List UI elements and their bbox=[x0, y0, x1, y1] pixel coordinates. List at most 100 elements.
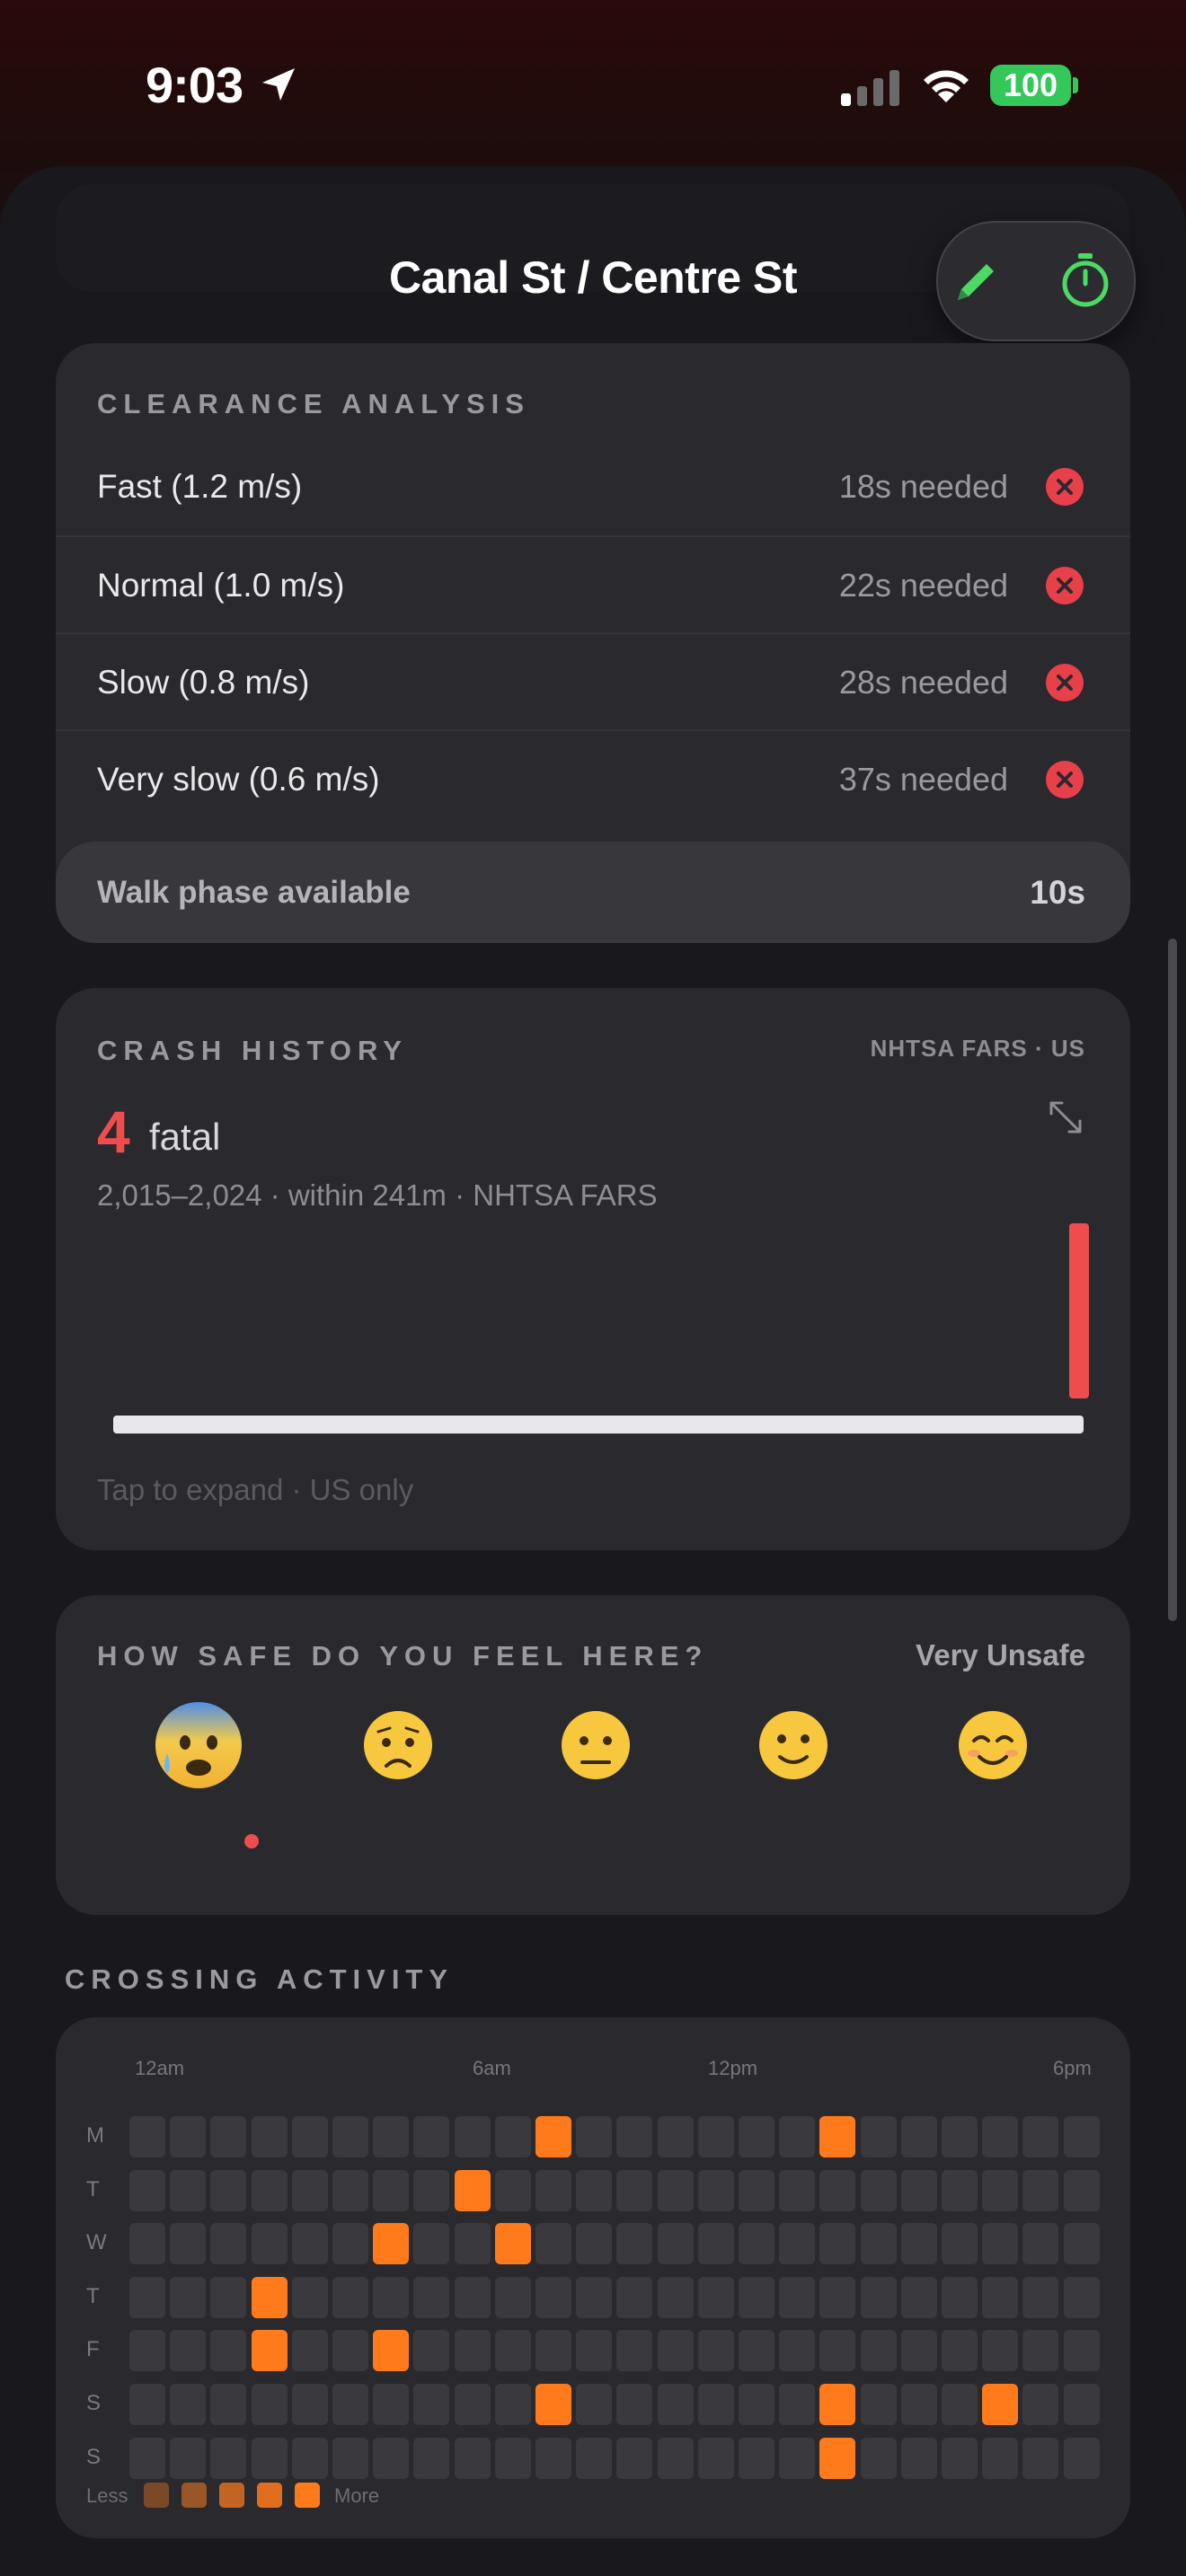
heatmap-cell[interactable] bbox=[1022, 2276, 1059, 2318]
heatmap-cell[interactable] bbox=[616, 2384, 653, 2425]
heatmap-cell[interactable] bbox=[170, 2116, 207, 2157]
heatmap-cell[interactable] bbox=[657, 2223, 694, 2265]
heatmap-cell[interactable] bbox=[1063, 2169, 1100, 2211]
heatmap-cell[interactable] bbox=[900, 2330, 937, 2372]
heatmap-cell[interactable] bbox=[251, 2384, 288, 2425]
heatmap-cell[interactable] bbox=[657, 2384, 694, 2425]
heatmap-cell[interactable] bbox=[210, 2384, 247, 2425]
heatmap-cell[interactable] bbox=[535, 2330, 571, 2372]
heatmap-cell[interactable] bbox=[819, 2223, 856, 2265]
heatmap-cell[interactable] bbox=[900, 2276, 937, 2318]
heatmap-cell[interactable] bbox=[332, 2384, 368, 2425]
heatmap-cell[interactable] bbox=[210, 2169, 247, 2211]
heatmap-cell[interactable] bbox=[291, 2384, 328, 2425]
heatmap-cell[interactable] bbox=[373, 2330, 410, 2372]
heatmap-cell[interactable] bbox=[170, 2384, 207, 2425]
heatmap-cell[interactable] bbox=[697, 2169, 734, 2211]
heatmap-cell[interactable] bbox=[291, 2276, 328, 2318]
very-unsafe-emoji[interactable] bbox=[149, 1696, 248, 1795]
heatmap-cell[interactable] bbox=[251, 2330, 288, 2372]
heatmap-cell[interactable] bbox=[576, 2223, 613, 2265]
heatmap-cell[interactable] bbox=[1063, 2276, 1100, 2318]
heatmap-cell[interactable] bbox=[535, 2169, 571, 2211]
heatmap-cell[interactable] bbox=[454, 2330, 491, 2372]
heatmap-cell[interactable] bbox=[576, 2330, 613, 2372]
heatmap-cell[interactable] bbox=[454, 2169, 491, 2211]
scrollbar[interactable] bbox=[1168, 939, 1177, 1621]
heatmap-cell[interactable] bbox=[129, 2384, 165, 2425]
heatmap-cell[interactable] bbox=[251, 2223, 288, 2265]
heatmap-cell[interactable] bbox=[494, 2169, 531, 2211]
heatmap-cell[interactable] bbox=[413, 2276, 450, 2318]
heatmap-cell[interactable] bbox=[860, 2330, 897, 2372]
heatmap-cell[interactable] bbox=[1063, 2437, 1100, 2479]
heatmap-cell[interactable] bbox=[170, 2169, 207, 2211]
heatmap-cell[interactable] bbox=[129, 2116, 165, 2157]
heatmap-cell[interactable] bbox=[819, 2116, 856, 2157]
heatmap-cell[interactable] bbox=[657, 2116, 694, 2157]
heatmap-cell[interactable] bbox=[779, 2384, 816, 2425]
heatmap-cell[interactable] bbox=[373, 2276, 410, 2318]
heatmap-cell[interactable] bbox=[170, 2437, 207, 2479]
heatmap-cell[interactable] bbox=[413, 2169, 450, 2211]
heatmap-cell[interactable] bbox=[982, 2330, 1019, 2372]
heatmap-cell[interactable] bbox=[739, 2223, 774, 2265]
heatmap-cell[interactable] bbox=[454, 2116, 491, 2157]
heatmap-cell[interactable] bbox=[129, 2223, 165, 2265]
heatmap-cell[interactable] bbox=[129, 2437, 165, 2479]
heatmap-cell[interactable] bbox=[616, 2437, 653, 2479]
heatmap-cell[interactable] bbox=[494, 2276, 531, 2318]
heatmap-cell[interactable] bbox=[413, 2330, 450, 2372]
heatmap-cell[interactable] bbox=[129, 2330, 165, 2372]
heatmap-cell[interactable] bbox=[779, 2330, 816, 2372]
heatmap-cell[interactable] bbox=[1022, 2169, 1059, 2211]
heatmap-cell[interactable] bbox=[1022, 2437, 1059, 2479]
heatmap-cell[interactable] bbox=[616, 2276, 653, 2318]
heatmap-cell[interactable] bbox=[373, 2384, 410, 2425]
heatmap-cell[interactable] bbox=[1022, 2116, 1059, 2157]
heatmap-cell[interactable] bbox=[535, 2116, 571, 2157]
heatmap-cell[interactable] bbox=[982, 2116, 1019, 2157]
crash-history-card[interactable]: CRASH HISTORY NHTSA FARS · US 4 fatal 2,… bbox=[56, 988, 1130, 1550]
heatmap-cell[interactable] bbox=[697, 2276, 734, 2318]
heatmap-cell[interactable] bbox=[982, 2276, 1019, 2318]
heatmap-cell[interactable] bbox=[779, 2276, 816, 2318]
heatmap-cell[interactable] bbox=[942, 2384, 978, 2425]
heatmap-cell[interactable] bbox=[657, 2276, 694, 2318]
heatmap-cell[interactable] bbox=[413, 2384, 450, 2425]
heatmap-cell[interactable] bbox=[129, 2276, 165, 2318]
heatmap-cell[interactable] bbox=[942, 2330, 978, 2372]
heatmap-cell[interactable] bbox=[819, 2330, 856, 2372]
heatmap-cell[interactable] bbox=[779, 2169, 816, 2211]
heatmap-cell[interactable] bbox=[982, 2437, 1019, 2479]
heatmap-cell[interactable] bbox=[1022, 2384, 1059, 2425]
heatmap-cell[interactable] bbox=[494, 2116, 531, 2157]
heatmap-cell[interactable] bbox=[494, 2437, 531, 2479]
heatmap-cell[interactable] bbox=[697, 2223, 734, 2265]
heatmap-cell[interactable] bbox=[779, 2116, 816, 2157]
heatmap-cell[interactable] bbox=[1063, 2384, 1100, 2425]
heatmap-cell[interactable] bbox=[210, 2437, 247, 2479]
heatmap-cell[interactable] bbox=[413, 2223, 450, 2265]
heatmap-cell[interactable] bbox=[494, 2384, 531, 2425]
heatmap-cell[interactable] bbox=[332, 2169, 368, 2211]
heatmap-cell[interactable] bbox=[657, 2330, 694, 2372]
heatmap-cell[interactable] bbox=[332, 2223, 368, 2265]
heatmap-cell[interactable] bbox=[942, 2223, 978, 2265]
heatmap-cell[interactable] bbox=[535, 2223, 571, 2265]
heatmap-cell[interactable] bbox=[900, 2116, 937, 2157]
unsafe-emoji[interactable] bbox=[349, 1696, 447, 1795]
heatmap-cell[interactable] bbox=[454, 2437, 491, 2479]
heatmap-cell[interactable] bbox=[860, 2223, 897, 2265]
heatmap-cell[interactable] bbox=[819, 2169, 856, 2211]
heatmap-cell[interactable] bbox=[454, 2384, 491, 2425]
heatmap-cell[interactable] bbox=[454, 2223, 491, 2265]
heatmap-cell[interactable] bbox=[819, 2276, 856, 2318]
heatmap-cell[interactable] bbox=[697, 2384, 734, 2425]
heatmap-cell[interactable] bbox=[739, 2330, 774, 2372]
heatmap-cell[interactable] bbox=[982, 2169, 1019, 2211]
heatmap-cell[interactable] bbox=[373, 2437, 410, 2479]
heatmap-cell[interactable] bbox=[739, 2437, 774, 2479]
heatmap-cell[interactable] bbox=[819, 2437, 856, 2479]
heatmap-cell[interactable] bbox=[332, 2437, 368, 2479]
